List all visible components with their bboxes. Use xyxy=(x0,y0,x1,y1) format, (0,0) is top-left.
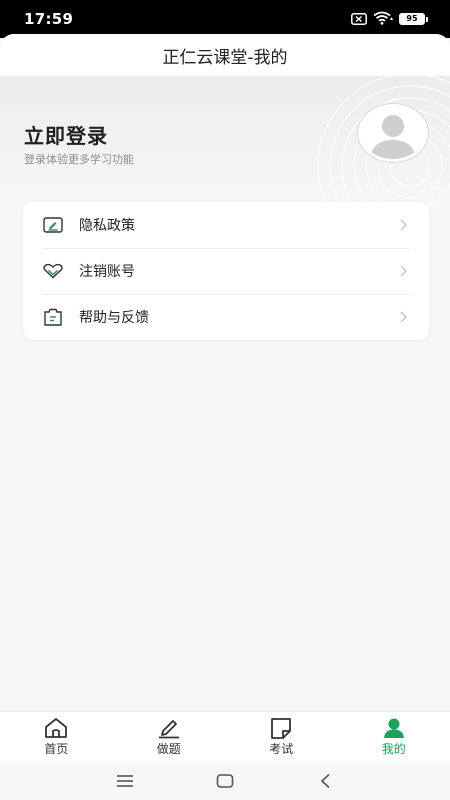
login-title[interactable]: 立即登录 xyxy=(24,120,108,149)
avatar[interactable] xyxy=(358,104,428,162)
privacy-policy-icon xyxy=(43,215,63,235)
screen: 17:59 95 正仁云课堂-我的 立即登录 登录体验更多学习功能 隐私政策 注… xyxy=(0,0,450,800)
menu-item-label: 隐私政策 xyxy=(79,218,135,234)
home-square-icon[interactable] xyxy=(214,772,236,790)
bottom-tab-bar: 首页 做题 考试 我的 xyxy=(0,711,450,761)
chevron-right-icon xyxy=(399,264,409,278)
profile-header: 立即登录 登录体验更多学习功能 xyxy=(0,76,450,206)
sim-no-signal-icon xyxy=(351,10,367,29)
cancel-account-icon xyxy=(43,261,63,281)
menu-icon[interactable] xyxy=(114,772,136,790)
battery-icon: 95 xyxy=(399,13,428,25)
settings-menu: 隐私政策 注销账号 帮助与反馈 xyxy=(23,202,429,340)
chevron-right-icon xyxy=(399,310,409,324)
status-time: 17:59 xyxy=(24,10,74,28)
person-icon xyxy=(382,717,406,739)
chevron-right-icon xyxy=(399,218,409,232)
page-title: 正仁云课堂-我的 xyxy=(162,47,288,68)
help-feedback-icon xyxy=(43,307,63,327)
battery-level: 95 xyxy=(399,13,425,25)
system-nav-bar xyxy=(0,761,450,800)
nav-bar: 正仁云课堂-我的 xyxy=(0,34,450,76)
wifi-icon xyxy=(373,10,393,29)
menu-item-cancel-account[interactable]: 注销账号 xyxy=(23,248,429,294)
tab-label: 首页 xyxy=(44,741,69,756)
tab-label: 做题 xyxy=(156,741,181,756)
menu-item-label: 注销账号 xyxy=(79,264,135,280)
default-avatar-icon xyxy=(370,115,416,159)
login-subtitle: 登录体验更多学习功能 xyxy=(24,153,134,166)
menu-item-help-feedback[interactable]: 帮助与反馈 xyxy=(23,294,429,340)
status-bar: 17:59 95 xyxy=(0,0,450,38)
status-icons: 95 xyxy=(351,10,428,29)
tab-mine[interactable]: 我的 xyxy=(354,717,434,757)
menu-item-label: 帮助与反馈 xyxy=(79,310,149,326)
tab-label: 考试 xyxy=(269,741,294,756)
home-icon xyxy=(44,717,68,739)
back-icon[interactable] xyxy=(314,772,336,790)
tab-home[interactable]: 首页 xyxy=(16,717,96,757)
menu-item-privacy-policy[interactable]: 隐私政策 xyxy=(23,202,429,248)
pencil-icon xyxy=(157,717,181,739)
tab-label: 我的 xyxy=(381,741,406,756)
tab-exam[interactable]: 考试 xyxy=(241,717,321,757)
app-surface: 正仁云课堂-我的 立即登录 登录体验更多学习功能 xyxy=(0,34,450,800)
tab-practice[interactable]: 做题 xyxy=(129,717,209,757)
exam-note-icon xyxy=(269,717,293,739)
